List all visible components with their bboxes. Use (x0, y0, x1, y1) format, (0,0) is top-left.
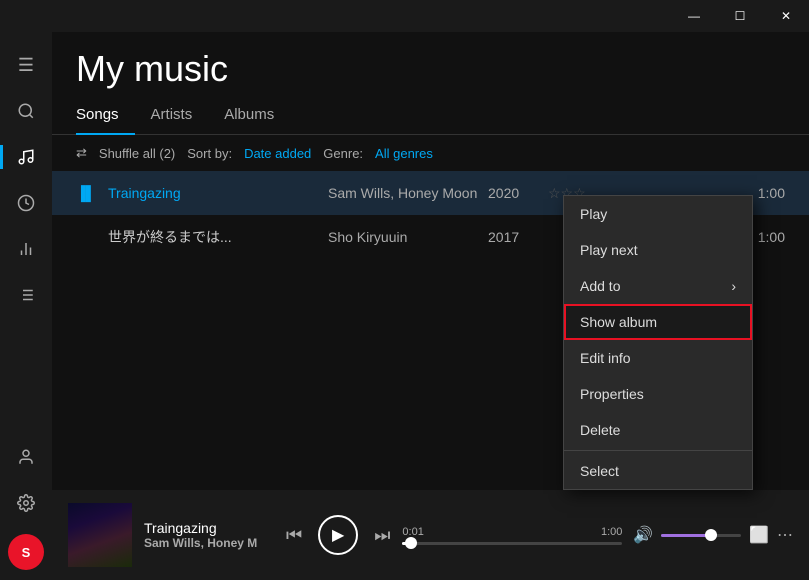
context-play-next[interactable]: Play next (564, 232, 752, 268)
now-playing-bar: Traingazing Sam Wills, Honey M ⏮ ▶ ⏭ 0:0… (52, 490, 809, 580)
sidebar-recent-icon[interactable] (0, 180, 52, 226)
context-delete[interactable]: Delete (564, 412, 752, 448)
context-properties[interactable]: Properties (564, 376, 752, 412)
song-title: Traingazing (108, 185, 328, 201)
album-art (68, 503, 132, 567)
skip-back-button[interactable]: ⏮ (286, 525, 302, 546)
captions-icon[interactable]: ⬜ (749, 525, 769, 545)
skip-forward-button[interactable]: ⏭ (374, 525, 390, 546)
sidebar-search-icon[interactable] (0, 88, 52, 134)
progress-fill (402, 542, 411, 545)
volume-thumb (705, 529, 717, 541)
now-playing-title: Traingazing (144, 520, 274, 536)
song-artist: Sho Kiryuuin (328, 229, 488, 245)
progress-thumb (405, 537, 417, 549)
tab-songs[interactable]: Songs (76, 98, 135, 135)
context-show-album[interactable]: Show album (564, 304, 752, 340)
playing-icon: ▐▌ (76, 185, 100, 201)
maximize-button[interactable]: ☐ (717, 0, 763, 32)
song-artist: Sam Wills, Honey Moon (328, 185, 488, 201)
genre-value[interactable]: All genres (375, 146, 433, 161)
volume-bar[interactable] (661, 534, 741, 537)
sidebar-chart-icon[interactable] (0, 226, 52, 272)
sidebar-user-icon[interactable] (0, 434, 52, 480)
close-button[interactable]: ✕ (763, 0, 809, 32)
now-playing-artist: Sam Wills, Honey M (144, 536, 274, 550)
progress-area: 0:01 1:00 (402, 526, 613, 545)
context-divider (564, 450, 752, 451)
song-duration: 1:00 (758, 229, 785, 245)
now-playing-info: Traingazing Sam Wills, Honey M (144, 520, 274, 550)
sidebar-list-icon[interactable] (0, 272, 52, 318)
playback-controls: ⏮ ▶ ⏭ (286, 515, 390, 555)
context-add-to[interactable]: Add to › (564, 268, 752, 304)
more-options-icon[interactable]: ⋯ (777, 525, 793, 545)
progress-bar[interactable] (402, 542, 622, 545)
play-pause-button[interactable]: ▶ (318, 515, 358, 555)
sidebar-menu-icon[interactable]: ☰ (0, 42, 52, 88)
sidebar-bottom: S (0, 434, 52, 580)
time-display: 0:01 1:00 (402, 526, 622, 538)
spotify-button[interactable]: S (8, 534, 44, 570)
tabs-bar: Songs Artists Albums (52, 98, 809, 135)
time-current: 0:01 (402, 526, 423, 538)
time-total: 1:00 (601, 526, 622, 538)
genre-label: Genre: (323, 146, 363, 161)
context-edit-info[interactable]: Edit info (564, 340, 752, 376)
page-title: My music (52, 32, 809, 98)
toolbar: ⇄ Shuffle all (2) Sort by: Date added Ge… (52, 135, 809, 171)
titlebar: — ☐ ✕ (0, 0, 809, 32)
song-year: 2017 (488, 229, 548, 245)
sidebar-music-icon[interactable] (0, 134, 52, 180)
song-duration: 1:00 (758, 185, 785, 201)
song-year: 2020 (488, 185, 548, 201)
sort-value[interactable]: Date added (244, 146, 311, 161)
minimize-button[interactable]: — (671, 0, 717, 32)
submenu-arrow-icon: › (731, 278, 736, 294)
sort-by-label: Sort by: (187, 146, 232, 161)
context-play[interactable]: Play (564, 196, 752, 232)
context-select[interactable]: Select (564, 453, 752, 489)
tab-artists[interactable]: Artists (135, 98, 209, 135)
song-title: 世界が終るまでは... (108, 227, 328, 247)
shuffle-icon: ⇄ (76, 145, 87, 161)
volume-controls: 🔊 ⬜ ⋯ (633, 525, 793, 545)
volume-icon[interactable]: 🔊 (633, 525, 653, 545)
sidebar-settings-icon[interactable] (0, 480, 52, 526)
context-menu: Play Play next Add to › Show album Edit … (563, 195, 753, 490)
shuffle-all-label[interactable]: Shuffle all (2) (99, 146, 175, 161)
sidebar: ☰ (0, 32, 52, 580)
tab-albums[interactable]: Albums (208, 98, 290, 135)
